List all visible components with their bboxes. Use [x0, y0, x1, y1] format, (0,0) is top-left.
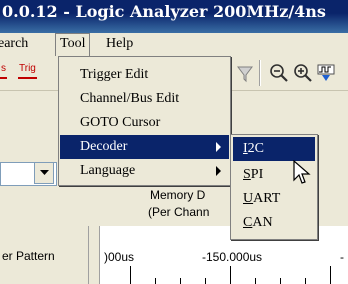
memory-sublabel: (Per Chann — [148, 205, 210, 219]
filter-icon[interactable] — [234, 62, 256, 84]
title-bar: 0.0.12 - Logic Analyzer 200MHz/4ns — [0, 0, 348, 33]
toolbar-s-button[interactable]: s — [0, 63, 7, 79]
menu-search[interactable]: earch — [0, 36, 28, 52]
chevron-down-icon — [39, 170, 49, 175]
memory-label: Memory D — [150, 188, 206, 202]
menu-item-channel-bus-edit[interactable]: Channel/Bus Edit — [60, 87, 229, 111]
time-tick — [130, 266, 131, 284]
submenu-item-label: CAN — [243, 215, 273, 230]
time-tick — [255, 278, 256, 284]
submenu-arrow-icon — [216, 142, 221, 152]
time-label: )00us — [104, 250, 135, 264]
menu-help[interactable]: Help — [106, 36, 133, 52]
menu-item-decoder[interactable]: Decoder — [60, 135, 229, 159]
menu-item-label: Decoder — [80, 139, 128, 154]
time-label: - — [340, 250, 344, 264]
time-label: -150.000us — [202, 250, 263, 264]
combo-dropdown-button[interactable] — [34, 162, 54, 184]
pattern-label: er Pattern — [2, 249, 55, 263]
time-tick — [180, 278, 181, 284]
menu-item-label: GOTO Cursor — [80, 115, 161, 130]
menu-item-label: Channel/Bus Edit — [80, 91, 180, 106]
submenu-item-label: UART — [243, 191, 281, 206]
menu-item-label: Language — [80, 163, 136, 178]
submenu-item-i2c[interactable]: I2C — [233, 137, 315, 161]
time-tick — [230, 266, 231, 284]
time-tick — [305, 278, 306, 284]
submenu-item-label: I2C — [243, 141, 265, 156]
signal-icon[interactable] — [316, 62, 338, 84]
panel-gap — [89, 226, 100, 284]
menu-bar: earch Tool Help — [0, 33, 348, 57]
toolbar-separator — [259, 60, 260, 86]
pattern-panel: er Pattern — [0, 226, 89, 284]
menu-item-trigger-edit[interactable]: Trigger Edit — [60, 63, 229, 87]
trig-button[interactable]: Trig — [18, 63, 37, 79]
zoom-out-icon[interactable] — [268, 62, 290, 84]
window-title: 0.0.12 - Logic Analyzer 200MHz/4ns — [2, 2, 326, 21]
time-tick — [330, 266, 331, 284]
decoder-submenu: I2C SPI UART CAN — [230, 134, 318, 240]
mouse-pointer-icon — [293, 160, 311, 184]
submenu-item-label: SPI — [243, 167, 264, 182]
submenu-item-uart[interactable]: UART — [233, 187, 315, 211]
menu-item-language[interactable]: Language — [60, 159, 229, 183]
submenu-arrow-icon — [216, 166, 221, 176]
zoom-in-icon[interactable] — [292, 62, 314, 84]
time-tick — [280, 278, 281, 284]
menu-tool[interactable]: Tool — [55, 33, 91, 57]
time-tick — [155, 278, 156, 284]
submenu-item-can[interactable]: CAN — [233, 211, 315, 235]
tool-menu: Trigger Edit Channel/Bus Edit GOTO Curso… — [58, 56, 231, 186]
menu-item-goto-cursor[interactable]: GOTO Cursor — [60, 111, 229, 135]
time-tick — [205, 278, 206, 284]
menu-item-label: Trigger Edit — [80, 67, 149, 82]
